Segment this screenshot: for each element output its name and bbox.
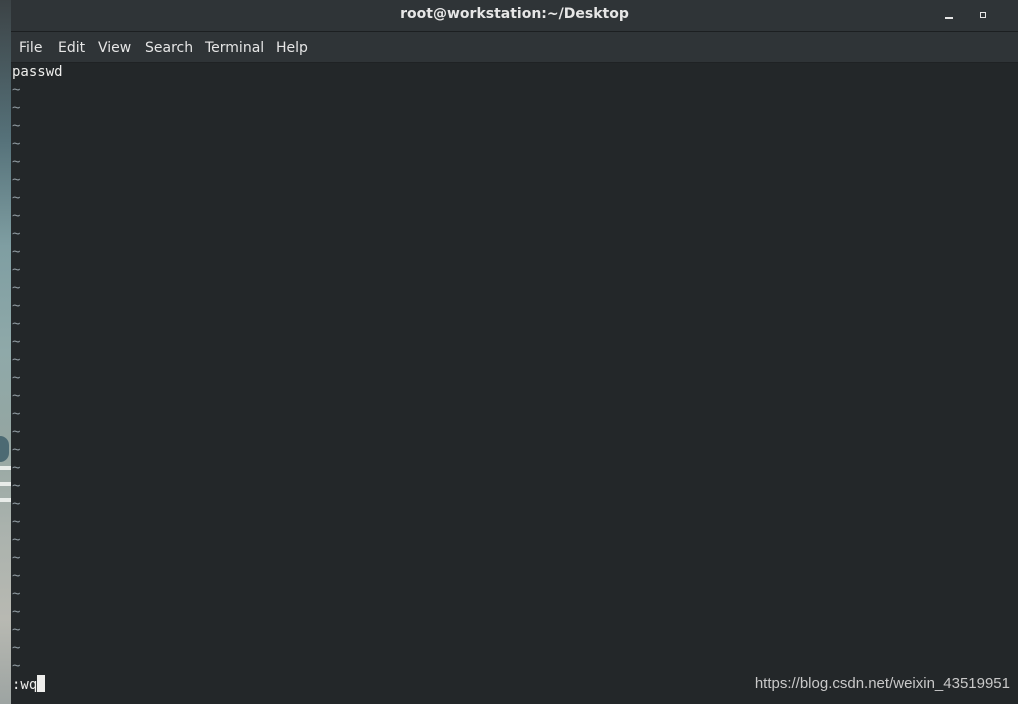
text-cursor <box>37 675 46 692</box>
empty-line-marker: ~ <box>12 478 21 494</box>
empty-line-marker: ~ <box>12 190 21 206</box>
maximize-button[interactable] <box>974 6 992 24</box>
empty-line-marker: ~ <box>12 640 21 656</box>
empty-line-marker: ~ <box>12 154 21 170</box>
empty-line-marker: ~ <box>12 532 21 548</box>
menu-bar: File Edit View Search Terminal Help <box>11 32 1018 63</box>
empty-line-marker: ~ <box>12 388 21 404</box>
watermark: https://blog.csdn.net/weixin_43519951 <box>754 675 1010 692</box>
desktop-background <box>0 0 11 704</box>
vim-command-line[interactable]: :wq <box>12 675 46 693</box>
minimize-button[interactable] <box>940 6 958 24</box>
empty-line-marker: ~ <box>12 298 21 314</box>
terminal-window: root@workstation:~/Desktop File Edit Vie… <box>11 0 1018 704</box>
empty-line-marker: ~ <box>12 352 21 368</box>
menu-terminal[interactable]: Terminal <box>205 40 264 56</box>
empty-line-marker: ~ <box>12 442 21 458</box>
desktop-wallpaper-shape <box>0 498 11 502</box>
empty-line-marker: ~ <box>12 100 21 116</box>
menu-help[interactable]: Help <box>276 40 308 56</box>
empty-line-marker: ~ <box>12 406 21 422</box>
empty-line-marker: ~ <box>12 172 21 188</box>
empty-line-marker: ~ <box>12 496 21 512</box>
terminal-content[interactable]: passwd ~ ~ ~ ~ ~ ~ ~ ~ ~ ~ ~ ~ ~ ~ ~ ~ ~ ~ ~ ~ ~ ~ ~ ~ ~ ~ ~ ~ ~ ~ ~ ~ ~… <box>11 63 1018 704</box>
empty-line-marker: ~ <box>12 514 21 530</box>
desktop-wallpaper-shape <box>0 482 11 486</box>
empty-line-marker: ~ <box>12 118 21 134</box>
empty-line-marker: ~ <box>12 622 21 638</box>
empty-line-marker: ~ <box>12 550 21 566</box>
command-text: :wq <box>12 677 38 693</box>
empty-line-marker: ~ <box>12 568 21 584</box>
empty-line-marker: ~ <box>12 586 21 602</box>
window-title: root@workstation:~/Desktop <box>400 6 629 22</box>
file-line: passwd <box>12 64 63 80</box>
menu-search[interactable]: Search <box>145 40 193 56</box>
desktop-wallpaper-shape <box>0 436 9 462</box>
menu-edit[interactable]: Edit <box>58 40 85 56</box>
empty-line-marker: ~ <box>12 334 21 350</box>
empty-line-marker: ~ <box>12 316 21 332</box>
title-bar[interactable]: root@workstation:~/Desktop <box>11 0 1018 32</box>
empty-line-marker: ~ <box>12 280 21 296</box>
empty-line-marker: ~ <box>12 604 21 620</box>
desktop-wallpaper-shape <box>0 466 11 470</box>
empty-line-marker: ~ <box>12 658 21 674</box>
empty-line-marker: ~ <box>12 424 21 440</box>
menu-file[interactable]: File <box>19 40 42 56</box>
empty-line-marker: ~ <box>12 460 21 476</box>
empty-line-marker: ~ <box>12 262 21 278</box>
empty-line-marker: ~ <box>12 226 21 242</box>
empty-line-marker: ~ <box>12 208 21 224</box>
empty-line-marker: ~ <box>12 82 21 98</box>
empty-line-marker: ~ <box>12 244 21 260</box>
empty-line-marker: ~ <box>12 370 21 386</box>
menu-view[interactable]: View <box>98 40 131 56</box>
empty-line-marker: ~ <box>12 136 21 152</box>
